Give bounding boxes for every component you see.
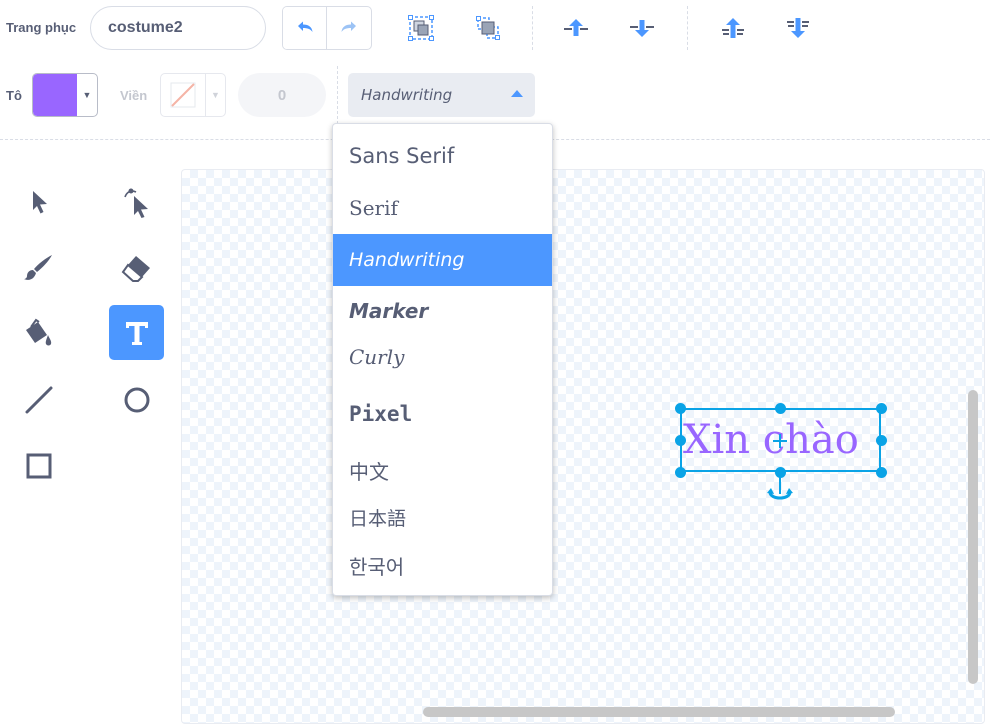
forward-icon xyxy=(564,19,588,36)
text-tool[interactable] xyxy=(109,305,164,360)
rectangle-icon xyxy=(26,453,51,478)
front-button[interactable] xyxy=(716,11,750,45)
resize-handle[interactable] xyxy=(876,435,887,446)
circle-tool[interactable] xyxy=(109,372,164,427)
ungroup-icon xyxy=(476,16,500,40)
select-tool[interactable] xyxy=(11,174,66,229)
font-dropdown-value: Handwriting xyxy=(361,86,453,104)
no-color-icon[interactable] xyxy=(161,74,205,116)
undo-redo-group xyxy=(282,6,372,50)
fill-tool[interactable] xyxy=(11,305,66,360)
brush-tool[interactable] xyxy=(11,239,66,294)
caret-down-icon[interactable]: ▼ xyxy=(205,74,225,116)
font-dropdown[interactable]: Handwriting xyxy=(348,73,535,117)
group-icon xyxy=(408,15,434,41)
font-option-serif[interactable]: Serif xyxy=(333,196,552,220)
resize-handle[interactable] xyxy=(876,467,887,478)
resize-handle[interactable] xyxy=(876,403,887,414)
resize-handle[interactable] xyxy=(775,403,786,414)
stroke-width-input[interactable]: 0 xyxy=(238,73,326,117)
horizontal-scrollbar[interactable] xyxy=(423,707,895,717)
circle-icon xyxy=(124,387,149,412)
resize-handle[interactable] xyxy=(675,435,686,446)
forward-button[interactable] xyxy=(559,11,593,45)
fill-icon xyxy=(25,318,51,345)
caret-down-icon[interactable]: ▼ xyxy=(77,74,97,116)
backward-icon xyxy=(630,20,654,37)
caret-up-icon xyxy=(511,90,523,97)
toolbar-divider xyxy=(532,6,533,50)
font-option-sans-serif[interactable]: Sans Serif xyxy=(333,144,552,168)
line-icon xyxy=(25,386,52,413)
font-option-chinese[interactable]: 中文 xyxy=(333,456,552,485)
costume-label: Trang phục xyxy=(6,20,77,35)
resize-handle[interactable] xyxy=(675,467,686,478)
vertical-scrollbar[interactable] xyxy=(968,390,978,684)
crosshair-icon xyxy=(771,434,789,453)
fill-color-swatch[interactable] xyxy=(33,74,77,116)
redo-icon xyxy=(341,21,356,32)
undo-icon xyxy=(297,21,312,32)
font-option-japanese[interactable]: 日本語 xyxy=(333,504,552,531)
eraser-tool[interactable] xyxy=(109,239,164,294)
rotate-handle-icon[interactable] xyxy=(766,472,794,509)
reshape-tool[interactable] xyxy=(109,174,164,229)
fill-label: Tô xyxy=(6,88,22,103)
outline-label: Viền xyxy=(120,88,148,103)
costume-name-input[interactable] xyxy=(90,6,266,50)
font-option-pixel[interactable]: Pixel xyxy=(333,402,552,426)
font-option-handwriting[interactable]: Handwriting xyxy=(333,234,552,286)
outline-color-picker[interactable]: ▼ xyxy=(160,73,226,117)
back-icon xyxy=(787,18,809,38)
text-icon xyxy=(125,321,148,345)
resize-handle[interactable] xyxy=(675,403,686,414)
reshape-icon xyxy=(123,188,148,218)
font-menu: Sans Serif Serif Handwriting Marker Curl… xyxy=(332,123,553,596)
toolbar-divider-2 xyxy=(687,6,688,50)
font-option-curly[interactable]: Curly xyxy=(333,345,552,369)
redo-button[interactable] xyxy=(327,7,371,49)
style-divider xyxy=(337,66,338,124)
rectangle-tool[interactable] xyxy=(11,438,66,493)
font-option-marker[interactable]: Marker xyxy=(333,299,552,323)
eraser-icon xyxy=(121,255,150,282)
font-option-korean[interactable]: 한국어 xyxy=(333,551,552,580)
line-tool[interactable] xyxy=(11,372,66,427)
group-button[interactable] xyxy=(404,11,438,45)
backward-button[interactable] xyxy=(625,11,659,45)
select-icon xyxy=(32,190,47,213)
brush-icon xyxy=(23,254,52,280)
undo-button[interactable] xyxy=(283,7,328,49)
fill-color-picker[interactable]: ▼ xyxy=(32,73,98,117)
back-button[interactable] xyxy=(781,11,815,45)
front-icon xyxy=(722,18,744,38)
ungroup-button[interactable] xyxy=(471,11,505,45)
